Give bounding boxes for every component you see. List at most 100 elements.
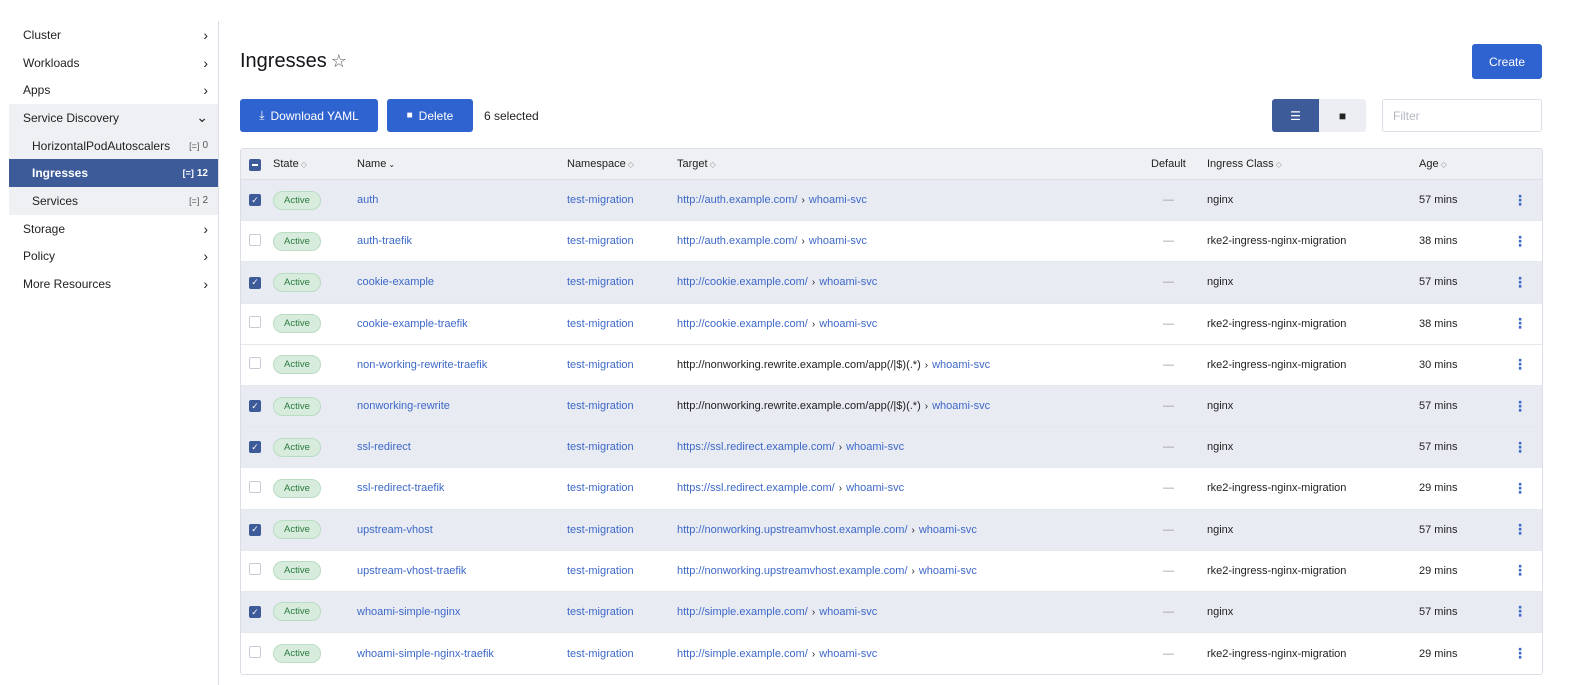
sidebar-item-storage[interactable]: Storage › — [9, 215, 218, 243]
row-checkbox[interactable] — [249, 480, 261, 493]
kebab-menu-icon[interactable]: ⋮ — [1513, 315, 1527, 332]
row-checkbox[interactable]: ✓ — [249, 606, 261, 619]
column-ingress-class[interactable]: Ingress Class ◇ — [1207, 158, 1282, 170]
table-row[interactable]: Active whoami-simple-nginx-traefik test-mi… — [241, 633, 1542, 674]
row-checkbox[interactable] — [249, 233, 261, 246]
sidebar-item-policy[interactable]: Policy › — [9, 243, 218, 271]
kebab-menu-icon[interactable]: ⋮ — [1513, 274, 1527, 291]
column-state[interactable]: State ◇ — [273, 158, 307, 170]
row-checkbox[interactable] — [249, 316, 261, 329]
sidebar-subitem-services[interactable]: Services [=] 2 — [9, 187, 218, 215]
kebab-menu-icon[interactable]: ⋮ — [1513, 233, 1527, 250]
target-service-link[interactable]: whoami-svc — [919, 524, 977, 536]
kebab-menu-icon[interactable]: ⋮ — [1513, 439, 1527, 456]
kebab-menu-icon[interactable]: ⋮ — [1513, 521, 1527, 538]
column-age[interactable]: Age ◇ — [1419, 158, 1447, 170]
namespace-link[interactable]: test-migration — [567, 235, 634, 247]
namespace-link[interactable]: test-migration — [567, 194, 634, 206]
table-row[interactable]: ✓ Active cookie-example test-migration http:… — [241, 262, 1542, 304]
kebab-menu-icon[interactable]: ⋮ — [1513, 562, 1527, 579]
ingress-name-link[interactable]: upstream-vhost — [357, 524, 433, 536]
ingress-name-link[interactable]: nonworking-rewrite — [357, 400, 450, 412]
sidebar-item-cluster[interactable]: Cluster › — [9, 21, 218, 49]
namespace-link[interactable]: test-migration — [567, 359, 634, 371]
target-url[interactable]: http://simple.example.com/ — [677, 606, 808, 618]
target-service-link[interactable]: whoami-svc — [819, 276, 877, 288]
table-row[interactable]: ✓ Active nonworking-rewrite test-migration h… — [241, 385, 1542, 428]
list-view-icon[interactable]: ☰ — [1272, 99, 1319, 132]
row-checkbox[interactable]: ✓ — [249, 276, 261, 289]
target-url[interactable]: http://simple.example.com/ — [677, 648, 808, 660]
namespace-link[interactable]: test-migration — [567, 276, 634, 288]
namespace-link[interactable]: test-migration — [567, 524, 634, 536]
ingress-name-link[interactable]: auth — [357, 194, 378, 206]
ingress-name-link[interactable]: whoami-simple-nginx-traefik — [357, 648, 494, 660]
target-service-link[interactable]: whoami-svc — [846, 482, 904, 494]
kebab-menu-icon[interactable]: ⋮ — [1513, 645, 1527, 662]
table-row[interactable]: Active cookie-example-traefik test-migrati… — [241, 304, 1542, 345]
row-checkbox[interactable] — [249, 646, 261, 659]
ingress-name-link[interactable]: auth-traefik — [357, 235, 412, 247]
table-row[interactable]: Active non-working-rewrite-traefik test-mi… — [241, 345, 1542, 386]
kebab-menu-icon[interactable]: ⋮ — [1513, 356, 1527, 373]
ingress-name-link[interactable]: whoami-simple-nginx — [357, 606, 460, 618]
kebab-menu-icon[interactable]: ⋮ — [1513, 480, 1527, 497]
ingress-name-link[interactable]: upstream-vhost-traefik — [357, 565, 466, 577]
target-url[interactable]: http://nonworking.upstreamvhost.example.… — [677, 524, 908, 536]
target-service-link[interactable]: whoami-svc — [846, 441, 904, 453]
namespace-link[interactable]: test-migration — [567, 441, 634, 453]
ingress-name-link[interactable]: cookie-example-traefik — [357, 318, 468, 330]
table-row[interactable]: ✓ Active auth test-migration http://auth.exa… — [241, 180, 1542, 222]
namespace-link[interactable]: test-migration — [567, 482, 634, 494]
sidebar-item-service-discovery[interactable]: Service Discovery ⌄ — [9, 104, 218, 132]
target-service-link[interactable]: whoami-svc — [932, 359, 990, 371]
namespace-link[interactable]: test-migration — [567, 318, 634, 330]
target-url[interactable]: https://ssl.redirect.example.com/ — [677, 441, 835, 453]
star-icon[interactable]: ☆ — [331, 51, 347, 72]
sidebar-item-workloads[interactable]: Workloads › — [9, 49, 218, 77]
target-service-link[interactable]: whoami-svc — [819, 648, 877, 660]
create-button[interactable]: Create — [1472, 44, 1542, 79]
namespace-link[interactable]: test-migration — [567, 648, 634, 660]
delete-button[interactable]: ■ Delete — [387, 99, 473, 132]
folder-view-icon[interactable]: ■ — [1319, 99, 1366, 132]
download-yaml-button[interactable]: ⤓ Download YAML — [240, 99, 378, 132]
target-service-link[interactable]: whoami-svc — [809, 235, 867, 247]
target-url[interactable]: http://nonworking.upstreamvhost.example.… — [677, 565, 908, 577]
table-row[interactable]: ✓ Active ssl-redirect test-migration https:/… — [241, 427, 1542, 469]
target-service-link[interactable]: whoami-svc — [819, 606, 877, 618]
target-url[interactable]: http://auth.example.com/ — [677, 194, 797, 206]
column-target[interactable]: Target ◇ — [677, 158, 716, 170]
sidebar-item-apps[interactable]: Apps › — [9, 76, 218, 104]
row-checkbox[interactable] — [249, 357, 261, 370]
kebab-menu-icon[interactable]: ⋮ — [1513, 192, 1527, 209]
target-service-link[interactable]: whoami-svc — [932, 400, 990, 412]
ingress-name-link[interactable]: ssl-redirect — [357, 441, 411, 453]
ingress-name-link[interactable]: ssl-redirect-traefik — [357, 482, 444, 494]
table-row[interactable]: ✓ Active whoami-simple-nginx test-migration… — [241, 591, 1542, 634]
table-row[interactable]: Active ssl-redirect-traefik test-migration… — [241, 468, 1542, 510]
table-row[interactable]: Active upstream-vhost-traefik test-migrati… — [241, 551, 1542, 592]
kebab-menu-icon[interactable]: ⋮ — [1513, 603, 1527, 620]
sidebar-subitem-horizontalpodautoscalers[interactable]: HorizontalPodAutoscalers [=] 0 — [9, 131, 218, 160]
sidebar-subitem-ingresses[interactable]: Ingresses [=] 12 — [9, 159, 218, 188]
target-service-link[interactable]: whoami-svc — [819, 318, 877, 330]
namespace-link[interactable]: test-migration — [567, 606, 634, 618]
target-service-link[interactable]: whoami-svc — [919, 565, 977, 577]
target-url[interactable]: https://ssl.redirect.example.com/ — [677, 482, 835, 494]
kebab-menu-icon[interactable]: ⋮ — [1513, 398, 1527, 415]
target-service-link[interactable]: whoami-svc — [809, 194, 867, 206]
table-row[interactable]: ✓ Active upstream-vhost test-migration http:… — [241, 509, 1542, 551]
filter-input[interactable] — [1382, 99, 1542, 132]
column-name[interactable]: Name ⌄ — [357, 158, 395, 170]
target-url[interactable]: http://cookie.example.com/ — [677, 318, 808, 330]
select-all-checkbox[interactable] — [249, 159, 261, 171]
namespace-link[interactable]: test-migration — [567, 565, 634, 577]
row-checkbox[interactable] — [249, 563, 261, 576]
target-url[interactable]: http://auth.example.com/ — [677, 235, 797, 247]
ingress-name-link[interactable]: cookie-example — [357, 276, 434, 288]
row-checkbox[interactable]: ✓ — [249, 441, 261, 454]
sidebar-item-more-resources[interactable]: More Resources › — [9, 270, 218, 298]
row-checkbox[interactable]: ✓ — [249, 400, 261, 413]
table-row[interactable]: Active auth-traefik test-migration http://a… — [241, 221, 1542, 263]
